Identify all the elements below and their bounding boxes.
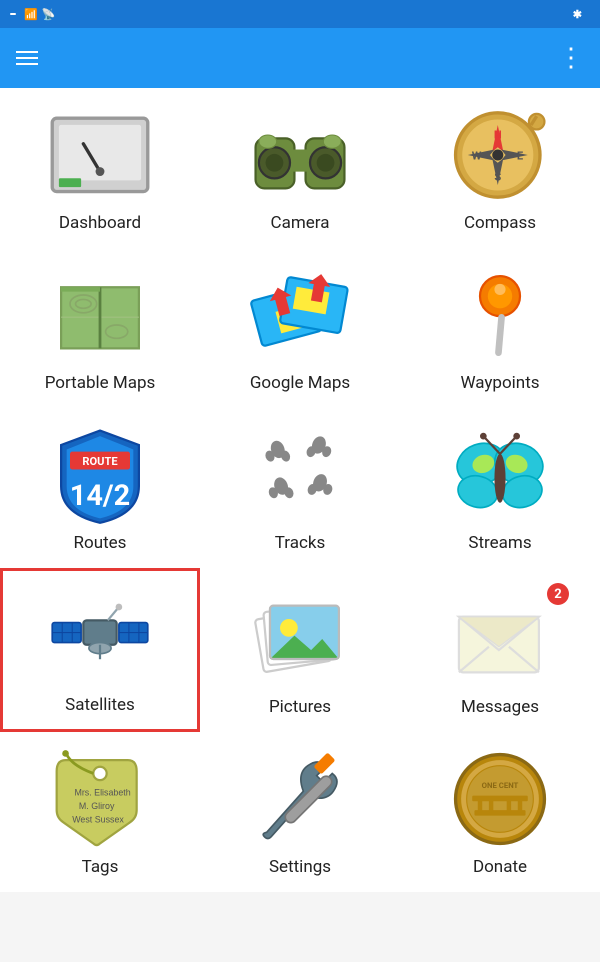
signal-icon: 📶 xyxy=(24,8,38,21)
item-label-portable-maps: Portable Maps xyxy=(45,373,156,393)
item-label-camera: Camera xyxy=(271,213,330,233)
grid-item-routes[interactable]: ROUTE 14/2 Routes xyxy=(0,408,200,568)
grid-item-tracks[interactable]: Tracks xyxy=(200,408,400,568)
svg-text:E: E xyxy=(517,149,523,162)
streams-icon xyxy=(450,425,550,525)
item-label-donate: Donate xyxy=(473,857,527,877)
status-right: ✱ xyxy=(573,8,590,21)
tracks-icon xyxy=(250,425,350,525)
grid-item-tags[interactable]: Mrs. Elisabeth M. Gliroy West Sussex Tag… xyxy=(0,732,200,892)
tags-icon: Mrs. Elisabeth M. Gliroy West Sussex xyxy=(50,749,150,849)
item-label-pictures: Pictures xyxy=(269,697,331,717)
settings-icon xyxy=(250,749,350,849)
item-label-satellites: Satellites xyxy=(65,695,135,715)
dashboard-icon xyxy=(50,105,150,205)
svg-text:W: W xyxy=(472,149,482,162)
item-label-routes: Routes xyxy=(74,533,127,553)
item-label-streams: Streams xyxy=(468,533,531,553)
status-bar: 📶 📡 ✱ xyxy=(0,0,600,28)
svg-text:14/2: 14/2 xyxy=(70,479,130,513)
svg-text:N: N xyxy=(494,128,502,141)
item-label-tracks: Tracks xyxy=(275,533,326,553)
svg-text:ONE CENT: ONE CENT xyxy=(482,781,519,790)
item-label-messages: Messages xyxy=(461,697,539,717)
routes-icon: ROUTE 14/2 xyxy=(50,425,150,525)
grid-item-settings[interactable]: Settings xyxy=(200,732,400,892)
grid-item-pictures[interactable]: Pictures xyxy=(200,568,400,732)
grid-item-streams[interactable]: Streams xyxy=(400,408,600,568)
item-label-settings: Settings xyxy=(269,857,331,877)
volte-indicator xyxy=(10,13,16,15)
waypoints-icon xyxy=(450,265,550,365)
grid-item-messages[interactable]: 2 Messages xyxy=(400,568,600,732)
satellites-icon xyxy=(50,587,150,687)
status-left: 📶 📡 xyxy=(10,8,59,21)
svg-text:S: S xyxy=(494,171,501,184)
svg-text:M. Gliroy: M. Gliroy xyxy=(79,801,115,811)
wifi-icon: 📡 xyxy=(42,8,56,21)
donate-icon: ONE CENT xyxy=(450,749,550,849)
item-label-dashboard: Dashboard xyxy=(59,213,141,233)
item-label-tags: Tags xyxy=(82,857,119,877)
badge-messages: 2 xyxy=(547,583,569,605)
grid-item-portable-maps[interactable]: Portable Maps xyxy=(0,248,200,408)
portable-maps-icon xyxy=(50,265,150,365)
item-label-compass: Compass xyxy=(464,213,536,233)
grid-item-google-maps[interactable]: Google Maps xyxy=(200,248,400,408)
grid-item-camera[interactable]: Camera xyxy=(200,88,400,248)
pictures-icon xyxy=(250,589,350,689)
grid-item-donate[interactable]: ONE CENT Donate xyxy=(400,732,600,892)
grid-item-compass[interactable]: N S W E Compass xyxy=(400,88,600,248)
svg-text:Mrs. Elisabeth: Mrs. Elisabeth xyxy=(74,788,130,798)
svg-text:ROUTE: ROUTE xyxy=(82,455,117,468)
messages-icon xyxy=(450,589,550,689)
item-label-google-maps: Google Maps xyxy=(250,373,350,393)
menu-grid: Dashboard Camera xyxy=(0,88,600,892)
grid-item-satellites[interactable]: Satellites xyxy=(0,568,200,732)
svg-text:West Sussex: West Sussex xyxy=(72,814,124,824)
compass-icon: N S W E xyxy=(450,105,550,205)
grid-item-waypoints[interactable]: Waypoints xyxy=(400,248,600,408)
menu-button[interactable] xyxy=(16,51,38,65)
more-button[interactable]: ⋮ xyxy=(558,43,584,73)
grid-item-dashboard[interactable]: Dashboard xyxy=(0,88,200,248)
app-bar: ⋮ xyxy=(0,28,600,88)
item-label-waypoints: Waypoints xyxy=(460,373,539,393)
bluetooth-icon: ✱ xyxy=(573,8,582,21)
camera-icon xyxy=(250,105,350,205)
google-maps-icon xyxy=(250,265,350,365)
